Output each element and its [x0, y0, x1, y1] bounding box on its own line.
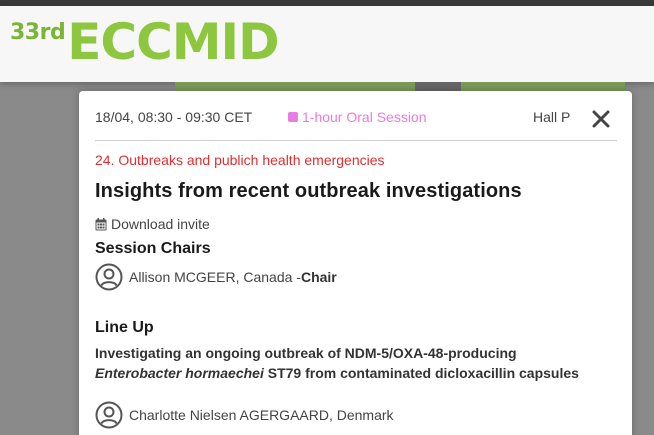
talk-title-organism: Enterobacter hormaechei	[95, 365, 264, 381]
download-invite-link[interactable]: Download invite	[95, 216, 210, 232]
calendar-icon	[95, 217, 107, 230]
user-circle-icon	[95, 263, 123, 291]
speaker-item: Charlotte Nielsen AGERGAARD, Denmark	[95, 400, 394, 430]
session-category: 24. Outbreaks and publich health emergen…	[95, 152, 385, 168]
session-type: 1-hour Oral Session	[288, 109, 427, 125]
user-circle-icon	[95, 401, 123, 429]
eccmid-logo[interactable]: 33rd ECCMID	[10, 13, 280, 78]
divider	[95, 140, 617, 141]
session-title: Insights from recent outbreak investigat…	[95, 180, 522, 202]
session-time: 18/04, 08:30 - 09:30 CET	[95, 109, 253, 125]
session-modal: 18/04, 08:30 - 09:30 CET 1-hour Oral Ses…	[79, 91, 632, 435]
chair-item: Allison MCGEER, Canada - Chair	[95, 262, 337, 292]
speaker-name: Charlotte Nielsen AGERGAARD, Denmark	[129, 407, 394, 423]
talk-title: Investigating an ongoing outbreak of NDM…	[95, 343, 615, 383]
line-up-heading: Line Up	[95, 319, 154, 336]
chair-role: Chair	[300, 269, 337, 285]
session-meta: 18/04, 08:30 - 09:30 CET 1-hour Oral Ses…	[95, 109, 617, 129]
session-type-label: 1-hour Oral Session	[302, 109, 427, 125]
download-invite-label: Download invite	[111, 216, 210, 232]
page: 33rd ECCMID 18/04, 08:30 - 09:30 CET 1-h…	[0, 0, 654, 435]
talk-title-part-1: Investigating an ongoing outbreak of NDM…	[95, 345, 517, 361]
session-hall: Hall P	[533, 109, 571, 125]
close-icon[interactable]	[589, 107, 613, 131]
site-header: 33rd ECCMID	[0, 6, 654, 82]
session-chairs-heading: Session Chairs	[95, 240, 211, 257]
talk-title-part-2: ST79 from contaminated dicloxacillin cap…	[263, 365, 579, 381]
chair-name: Allison MCGEER, Canada -	[129, 269, 301, 285]
logo-edition: 33rd	[10, 20, 66, 45]
session-type-square-icon	[288, 112, 298, 122]
logo-text: ECCMID	[67, 13, 279, 71]
